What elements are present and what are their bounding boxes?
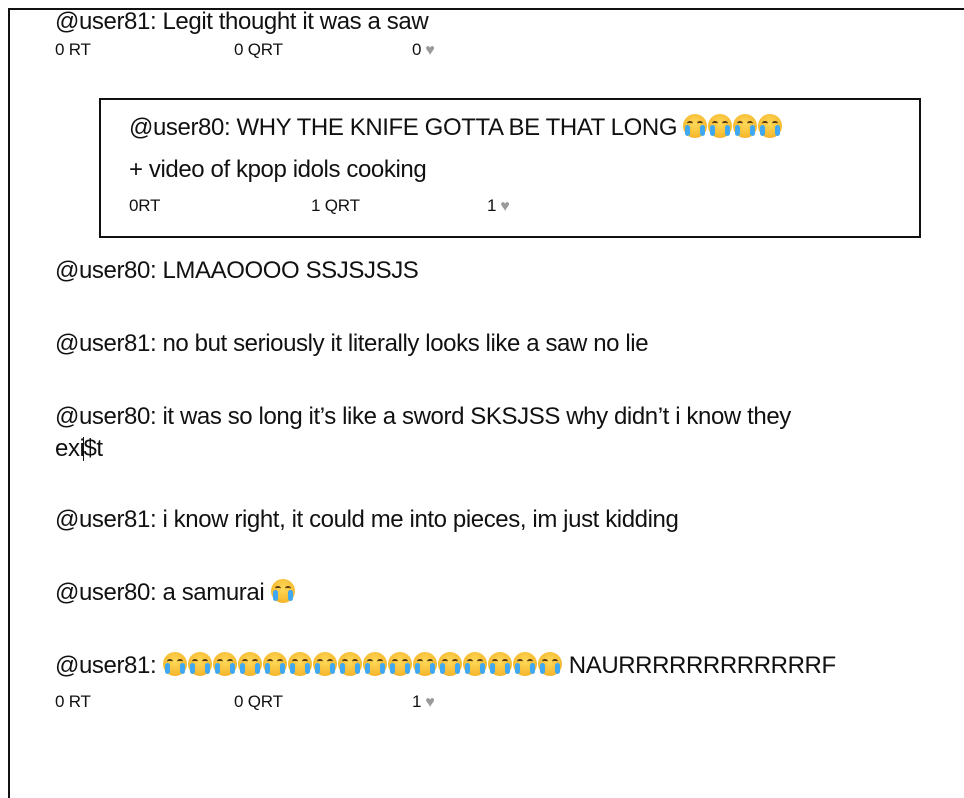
like-count: 1 ♥ xyxy=(412,692,435,713)
post-author: @user81: xyxy=(55,652,157,679)
post-stats: 0 RT 0 QRT 1 ♥ xyxy=(55,692,555,712)
loudly-crying-face-icon xyxy=(162,652,187,676)
loudly-crying-face-icon xyxy=(487,652,512,676)
loudly-crying-face-icon xyxy=(537,652,562,676)
heart-icon: ♥ xyxy=(425,694,435,711)
loudly-crying-face-icon xyxy=(412,652,437,676)
like-count: 1 ♥ xyxy=(487,196,510,217)
retweet-count: 0 RT xyxy=(55,692,91,711)
quoted-tweet-line2: + video of kpop idols cooking xyxy=(129,156,427,184)
loudly-crying-face-icon xyxy=(187,652,212,676)
like-count-value: 1 xyxy=(487,196,497,215)
loudly-crying-face-icon xyxy=(237,652,262,676)
post-user81-naur: @user81: NAURRRRRRRRRRRRF xyxy=(55,652,836,680)
post-user80-sword-line2: exi$t xyxy=(55,435,103,463)
post-text: NAURRRRRRRRRRRRF xyxy=(568,652,836,679)
post-user80-lmao: @user80: LMAAOOOO SSJSJSJS xyxy=(55,257,419,285)
loudly-crying-face-icon xyxy=(437,652,462,676)
post-user81-seriously: @user81: no but seriously it literally l… xyxy=(55,330,649,358)
loudly-crying-face-icon xyxy=(387,652,412,676)
loudly-crying-face-icon xyxy=(287,652,312,676)
post-stats: 0 RT 0 QRT 0 ♥ xyxy=(55,40,555,60)
loudly-crying-face-icon xyxy=(512,652,537,676)
loudly-crying-face-icon xyxy=(270,579,295,603)
loudly-crying-face-icon xyxy=(462,652,487,676)
loudly-crying-face-icon xyxy=(362,652,387,676)
quoted-tweet-media-note: + video of kpop idols cooking xyxy=(129,156,427,183)
quoted-tweet: @user80: WHY THE KNIFE GOTTA BE THAT LON… xyxy=(99,98,921,238)
post-text: @user80: a samurai xyxy=(55,579,265,606)
loudly-crying-face-icon xyxy=(337,652,362,676)
quoted-tweet-line1: @user80: WHY THE KNIFE GOTTA BE THAT LON… xyxy=(129,114,783,142)
heart-icon: ♥ xyxy=(500,198,510,215)
retweet-count: 0 RT xyxy=(55,40,91,59)
like-count: 0 ♥ xyxy=(412,40,435,61)
quoted-tweet-text: @user80: WHY THE KNIFE GOTTA BE THAT LON… xyxy=(129,114,678,141)
post-user80-samurai: @user80: a samurai xyxy=(55,579,296,607)
quote-retweet-count: 0 QRT xyxy=(234,692,283,711)
loudly-crying-face-icon xyxy=(262,652,287,676)
post-user81-pieces: @user81: i know right, it could me into … xyxy=(55,506,679,534)
crying-emoji-row xyxy=(162,652,569,679)
loudly-crying-face-icon xyxy=(758,114,783,138)
crying-emoji-group xyxy=(683,114,783,141)
quoted-tweet-stats: 0RT 1 QRT 1 ♥ xyxy=(129,196,629,216)
heart-icon: ♥ xyxy=(425,42,435,59)
like-count-value: 1 xyxy=(412,692,422,711)
post-user80-sword-line1: @user80: it was so long it’s like a swor… xyxy=(55,403,791,431)
quote-retweet-count: 0 QRT xyxy=(234,40,283,59)
post-text: @user81: i know right, it could me into … xyxy=(55,506,679,533)
like-count-value: 0 xyxy=(412,40,422,59)
post-text-part: exi xyxy=(55,435,85,462)
post-text: @user80: it was so long it’s like a swor… xyxy=(55,403,791,430)
loudly-crying-face-icon xyxy=(708,114,733,138)
post-text: @user80: LMAAOOOO SSJSJSJS xyxy=(55,257,419,284)
retweet-count: 0RT xyxy=(129,196,161,215)
post-text: @user81: no but seriously it literally l… xyxy=(55,330,649,357)
post-text: @user81: Legit thought it was a saw xyxy=(55,8,429,35)
loudly-crying-face-icon xyxy=(212,652,237,676)
post-user81-legit: @user81: Legit thought it was a saw xyxy=(55,8,429,36)
loudly-crying-face-icon xyxy=(683,114,708,138)
post-text-part: $t xyxy=(83,435,103,462)
quote-retweet-count: 1 QRT xyxy=(311,196,360,215)
loudly-crying-face-icon xyxy=(312,652,337,676)
loudly-crying-face-icon xyxy=(733,114,758,138)
